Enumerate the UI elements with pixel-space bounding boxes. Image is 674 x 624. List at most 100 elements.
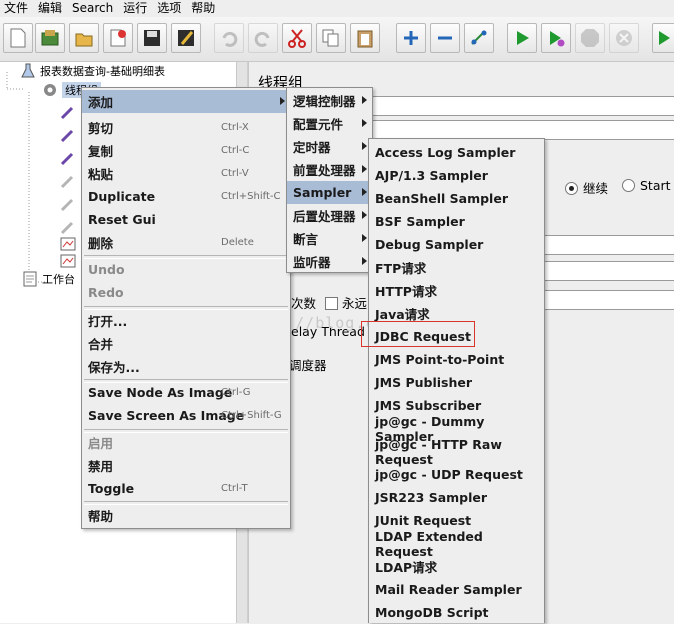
- menu-item-duplicate[interactable]: Duplicate Ctrl+Shift-C: [82, 185, 290, 208]
- tree-node-child-3[interactable]: [60, 150, 80, 166]
- sampler-item-ldap[interactable]: LDAP请求: [369, 555, 544, 578]
- sampler-item-jp-gc-http-raw-request[interactable]: jp@gc - HTTP Raw Request: [369, 437, 544, 467]
- menu-file[interactable]: 文件: [0, 0, 34, 17]
- menu-item-save-as[interactable]: 保存为...: [82, 355, 290, 378]
- scheduler-label: 调度器: [289, 358, 327, 373]
- start-button[interactable]: [507, 23, 537, 53]
- menu-item-redo[interactable]: Redo: [82, 281, 290, 304]
- menu-item-toggle[interactable]: Toggle Ctrl-T: [82, 477, 290, 500]
- menu-options[interactable]: 选项: [153, 0, 187, 17]
- expand-button[interactable]: [396, 23, 426, 53]
- sampler-item-ajp-1-3-sampler[interactable]: AJP/1.3 Sampler: [369, 164, 544, 187]
- undo-button[interactable]: [214, 23, 244, 53]
- sampler-item-access-log-sampler[interactable]: Access Log Sampler: [369, 141, 544, 164]
- menu-help[interactable]: 帮助: [187, 0, 221, 17]
- sampler-item-jsr223-sampler[interactable]: JSR223 Sampler: [369, 486, 544, 509]
- sampler-item-ldap-extended-request[interactable]: LDAP Extended Request: [369, 529, 544, 559]
- menu-item-disable[interactable]: 禁用: [82, 454, 290, 477]
- sampler-item-beanshell-sampler[interactable]: BeanShell Sampler: [369, 187, 544, 210]
- sampler-item-mail-reader-sampler[interactable]: Mail Reader Sampler: [369, 578, 544, 601]
- sampler-item-label: Mail Reader Sampler: [375, 582, 522, 597]
- submenu-item-post-processor[interactable]: 后置处理器: [287, 204, 372, 227]
- tree-node-listener-2[interactable]: [60, 253, 80, 269]
- submenu-arrow-icon: [362, 257, 367, 265]
- tree-node-child-5[interactable]: [60, 196, 80, 212]
- collapse-button[interactable]: [430, 23, 460, 53]
- sampler-item-jms-publisher[interactable]: JMS Publisher: [369, 371, 544, 394]
- sampler-item-ftp[interactable]: FTP请求: [369, 256, 544, 279]
- remote-start-button[interactable]: [652, 23, 674, 53]
- tree-node-listener-1[interactable]: [60, 236, 80, 252]
- ramp-up-field[interactable]: [539, 261, 674, 281]
- menu-item-cut[interactable]: 剪切 Ctrl-X: [82, 116, 290, 139]
- save-as-button[interactable]: [171, 23, 201, 53]
- sampler-item-http[interactable]: HTTP请求: [369, 279, 544, 302]
- menu-item-help[interactable]: 帮助: [82, 504, 290, 527]
- new-icon: [10, 28, 26, 48]
- open-button[interactable]: [69, 23, 99, 53]
- submenu-item-logic-controller[interactable]: 逻辑控制器: [287, 89, 372, 112]
- sampler-item-label: FTP请求: [375, 261, 427, 276]
- menu-item-reset-gui[interactable]: Reset Gui: [82, 208, 290, 231]
- menu-item-open[interactable]: 打开...: [82, 309, 290, 332]
- start-icon: [517, 31, 529, 45]
- submenu-arrow-icon: [362, 234, 367, 242]
- copy-button[interactable]: [316, 23, 346, 53]
- menu-item-label: Reset Gui: [88, 212, 156, 227]
- sampler-item-jms-point-to-point[interactable]: JMS Point-to-Point: [369, 348, 544, 371]
- paste-button[interactable]: [350, 23, 380, 53]
- start-no-pause-icon: [550, 31, 565, 47]
- submenu-item-listener[interactable]: 监听器: [287, 250, 372, 273]
- forever-checkbox[interactable]: 永远: [325, 293, 367, 312]
- submenu-item-timer[interactable]: 定时器: [287, 135, 372, 158]
- tree-node-child-1[interactable]: [60, 104, 80, 120]
- workbench-label: 工作台: [42, 273, 75, 286]
- sampler-disabled-icon: [60, 173, 76, 189]
- shutdown-button[interactable]: [609, 23, 639, 53]
- tree-node-child-6[interactable]: [60, 219, 80, 235]
- toggle-button[interactable]: [464, 23, 494, 53]
- new-button[interactable]: [3, 23, 33, 53]
- menu-item-save-screen-image[interactable]: Save Screen As Image Ctrl+Shift-G: [82, 404, 290, 427]
- continue-radio[interactable]: 继续: [565, 178, 608, 197]
- menu-item-save-node-image[interactable]: Save Node As Image Ctrl-G: [82, 381, 290, 404]
- tree-node-child-2[interactable]: [60, 127, 80, 143]
- comments-field[interactable]: [339, 120, 674, 140]
- submenu-item-assertion[interactable]: 断言: [287, 227, 372, 250]
- tree-node-workbench[interactable]: 工作台: [22, 271, 75, 287]
- menu-item-add[interactable]: 添加: [82, 90, 290, 113]
- menu-item-paste[interactable]: 粘贴 Ctrl-V: [82, 162, 290, 185]
- sampler-item-mongodb-script[interactable]: MongoDB Script: [369, 601, 544, 624]
- sampler-item-bsf-sampler[interactable]: BSF Sampler: [369, 210, 544, 233]
- cut-button[interactable]: [282, 23, 312, 53]
- start-next-radio[interactable]: Start N: [622, 178, 674, 193]
- menu-item-enable[interactable]: 启用: [82, 431, 290, 454]
- menu-item-merge[interactable]: 合并: [82, 332, 290, 355]
- shortcut-label: Ctrl-T: [221, 483, 248, 494]
- menu-search[interactable]: Search: [68, 0, 119, 17]
- templates-button[interactable]: [35, 23, 65, 53]
- menu-item-copy[interactable]: 复制 Ctrl-C: [82, 139, 290, 162]
- stop-button[interactable]: [575, 23, 605, 53]
- submenu-item-sampler[interactable]: Sampler: [287, 181, 372, 204]
- sampler-item-jp-gc-udp-request[interactable]: jp@gc - UDP Request: [369, 463, 544, 486]
- loop-count-field[interactable]: [539, 290, 674, 310]
- menu-item-delete[interactable]: 删除 Delete: [82, 231, 290, 254]
- submenu-item-label: 断言: [293, 232, 319, 247]
- save-button[interactable]: [137, 23, 167, 53]
- sampler-item-debug-sampler[interactable]: Debug Sampler: [369, 233, 544, 256]
- submenu-item-pre-processor[interactable]: 前置处理器: [287, 158, 372, 181]
- tree-node-test-plan[interactable]: 报表数据查询-基础明细表: [20, 63, 165, 79]
- menu-edit[interactable]: 编辑: [34, 0, 68, 17]
- menu-run[interactable]: 运行: [119, 0, 153, 17]
- sampler-item-label: jp@gc - UDP Request: [375, 467, 523, 482]
- menu-item-undo[interactable]: Undo: [82, 258, 290, 281]
- close-button[interactable]: [103, 23, 133, 53]
- submenu-item-config-element[interactable]: 配置元件: [287, 112, 372, 135]
- start-no-pause-button[interactable]: [541, 23, 571, 53]
- flask-icon: [20, 63, 36, 79]
- redo-button[interactable]: [248, 23, 278, 53]
- tree-node-child-4[interactable]: [60, 173, 80, 189]
- name-field[interactable]: [339, 96, 674, 116]
- threads-field[interactable]: [539, 235, 674, 255]
